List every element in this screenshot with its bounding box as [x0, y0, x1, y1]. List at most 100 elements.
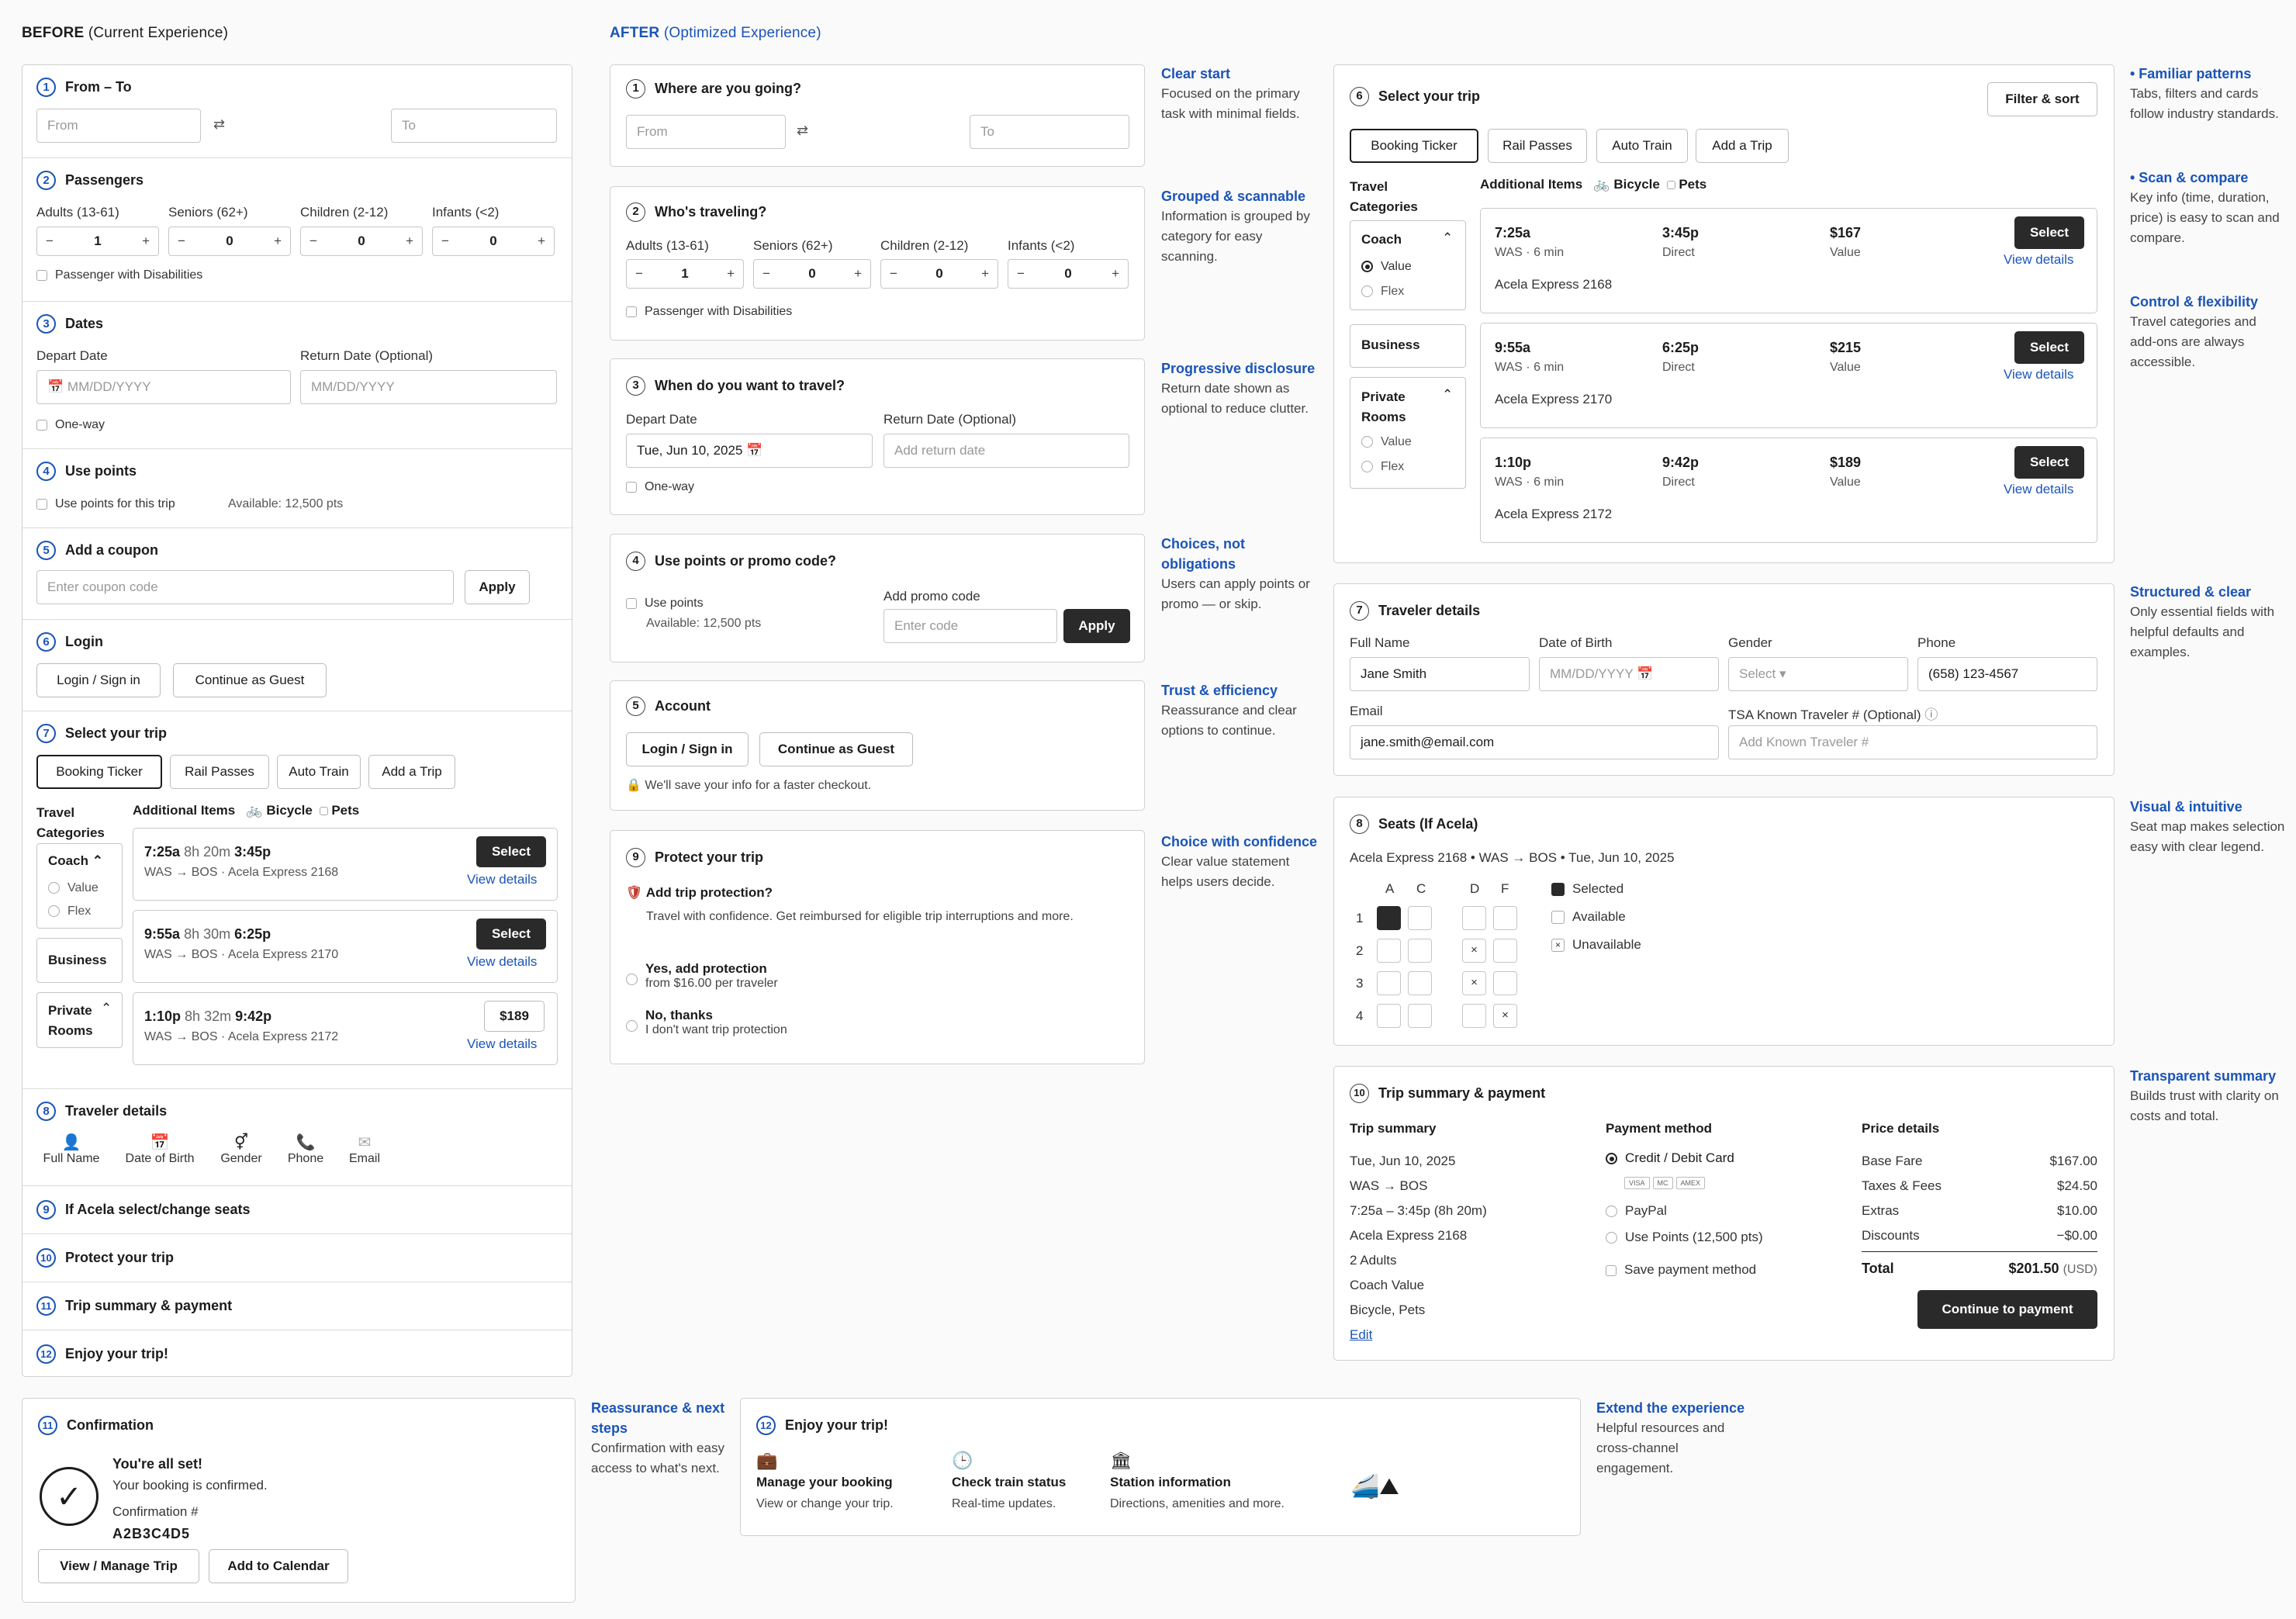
- trip-card[interactable]: 9:55a WAS · 6 min 6:25p Direct $215 Value A…: [1480, 323, 2097, 428]
- seat-1a-selected[interactable]: [1377, 906, 1401, 930]
- disabilities-checkbox[interactable]: Passenger with Disabilities: [36, 268, 202, 282]
- trip-card[interactable]: 1:10p WAS · 6 min 9:42p Direct $189 Value A…: [1480, 438, 2097, 543]
- manage-trip-button[interactable]: View / Manage Trip: [38, 1549, 199, 1583]
- email-input[interactable]: jane.smith@email.com: [1350, 725, 1719, 759]
- adults-stepper[interactable]: −1 +: [626, 259, 744, 289]
- bicycle-toggle[interactable]: Bicycle: [266, 803, 313, 818]
- info-icon[interactable]: ⓘ: [1924, 707, 1938, 722]
- seat-1d[interactable]: [1462, 906, 1486, 930]
- pets-toggle[interactable]: Pets: [331, 803, 359, 818]
- no-protection-option[interactable]: No, thanks I don't want trip protection: [626, 1008, 787, 1037]
- disabilities-checkbox[interactable]: Passenger with Disabilities: [626, 305, 792, 319]
- tab-auto-train[interactable]: Auto Train: [1596, 129, 1688, 163]
- train-status-item[interactable]: 🕒 Check train status Real-time updates.: [952, 1450, 1066, 1515]
- view-details-link[interactable]: View details: [467, 872, 537, 887]
- pets-toggle[interactable]: Pets: [1679, 177, 1706, 192]
- station-info-item[interactable]: 🏛 Station information Directions, amenitie…: [1110, 1450, 1285, 1515]
- dob-item[interactable]: 📅 Date of Birth: [114, 1133, 206, 1166]
- adults-stepper[interactable]: −1 +: [36, 227, 159, 256]
- seat-4c[interactable]: [1408, 1004, 1432, 1028]
- gender-select[interactable]: Select ▾: [1728, 657, 1908, 691]
- login-button[interactable]: Login / Sign in: [36, 663, 161, 697]
- private-flex-option[interactable]: Flex: [1361, 460, 1404, 474]
- view-details-link[interactable]: View details: [2004, 252, 2073, 268]
- view-details-link[interactable]: View details: [2004, 367, 2073, 382]
- infants-stepper[interactable]: −0 +: [1008, 259, 1129, 289]
- view-details-link[interactable]: View details: [467, 1036, 537, 1052]
- manage-booking-item[interactable]: 💼 Manage your booking View or change your …: [756, 1450, 894, 1515]
- seat-3c[interactable]: [1408, 971, 1432, 995]
- return-date-input[interactable]: MM/DD/YYYY: [300, 370, 557, 404]
- seat-3a[interactable]: [1377, 971, 1401, 995]
- select-button[interactable]: Select: [476, 836, 546, 867]
- full-name-input[interactable]: Jane Smith: [1350, 657, 1530, 691]
- infants-stepper[interactable]: −0 +: [432, 227, 555, 256]
- bicycle-toggle[interactable]: Bicycle: [1613, 177, 1660, 192]
- tab-add-a-trip[interactable]: Add a Trip: [1696, 129, 1789, 163]
- view-details-link[interactable]: View details: [467, 954, 537, 970]
- login-button[interactable]: Login / Sign in: [626, 732, 749, 766]
- to-input[interactable]: To: [970, 115, 1129, 149]
- dob-input[interactable]: MM/DD/YYYY 📅: [1539, 657, 1719, 691]
- before-summary-section[interactable]: 11 Trip summary & payment: [22, 1282, 572, 1330]
- return-date-input[interactable]: Add return date: [883, 434, 1129, 468]
- seat-2a[interactable]: [1377, 939, 1401, 963]
- filter-sort-button[interactable]: Filter & sort: [1987, 82, 2097, 116]
- seat-1c[interactable]: [1408, 906, 1432, 930]
- coach-flex-option[interactable]: Flex: [48, 905, 91, 918]
- seat-1f[interactable]: [1493, 906, 1517, 930]
- select-button[interactable]: Select: [2014, 331, 2084, 364]
- depart-date-input[interactable]: Tue, Jun 10, 2025 📅: [626, 434, 873, 468]
- swap-icon[interactable]: ⇄: [797, 123, 808, 139]
- guest-button[interactable]: Continue as Guest: [173, 663, 327, 697]
- swap-icon[interactable]: ⇄: [213, 116, 225, 133]
- seniors-stepper[interactable]: −0 +: [168, 227, 291, 256]
- coach-category[interactable]: Coach ⌃ Value Flex: [1350, 220, 1466, 310]
- tab-booking-ticker[interactable]: Booking Ticker: [1350, 129, 1478, 163]
- use-points-checkbox[interactable]: Use points for this trip: [36, 497, 175, 511]
- children-stepper[interactable]: −0 +: [300, 227, 423, 256]
- phone-input[interactable]: (658) 123-4567: [1917, 657, 2097, 691]
- tsa-input[interactable]: Add Known Traveler #: [1728, 725, 2097, 759]
- select-button[interactable]: Select: [2014, 446, 2084, 479]
- business-category[interactable]: Business: [36, 938, 123, 983]
- price-button[interactable]: $189: [484, 1001, 545, 1032]
- business-category[interactable]: Business: [1350, 324, 1466, 368]
- tab-rail-passes[interactable]: Rail Passes: [1488, 129, 1587, 163]
- coach-flex-option[interactable]: Flex: [1361, 285, 1404, 299]
- coach-value-option[interactable]: Value: [1361, 260, 1412, 274]
- use-points-checkbox[interactable]: Use points: [626, 597, 704, 611]
- save-payment-checkbox[interactable]: Save payment method: [1606, 1262, 1756, 1278]
- phone-item[interactable]: 📞 Phone: [278, 1133, 333, 1166]
- coach-value-option[interactable]: Value: [48, 881, 99, 895]
- seniors-stepper[interactable]: −0 +: [753, 259, 871, 289]
- depart-date-input[interactable]: 📅 MM/DD/YYYY: [36, 370, 291, 404]
- from-input[interactable]: From: [36, 109, 201, 143]
- view-details-link[interactable]: View details: [2004, 482, 2073, 497]
- from-input[interactable]: From: [626, 115, 786, 149]
- before-enjoy-section[interactable]: 12 Enjoy your trip!: [22, 1330, 572, 1377]
- trip-card[interactable]: 1:10p 8h 32m 9:42p WAS → BOS · Acela Exp…: [133, 992, 558, 1065]
- coupon-input[interactable]: Enter coupon code: [36, 570, 454, 604]
- full-name-item[interactable]: 👤 Full Name: [36, 1133, 106, 1166]
- edit-link[interactable]: Edit: [1350, 1323, 1487, 1347]
- private-rooms-category[interactable]: Private Rooms ⌃ Value Flex: [1350, 377, 1466, 489]
- promo-apply-button[interactable]: Apply: [1063, 609, 1130, 643]
- seat-4a[interactable]: [1377, 1004, 1401, 1028]
- email-item[interactable]: ✉ Email: [337, 1133, 392, 1166]
- guest-button[interactable]: Continue as Guest: [759, 732, 913, 766]
- private-rooms-category[interactable]: Private Rooms ⌃: [36, 992, 123, 1048]
- seat-2c[interactable]: [1408, 939, 1432, 963]
- tab-rail-passes[interactable]: Rail Passes: [170, 755, 269, 789]
- trip-card[interactable]: 7:25a 8h 20m 3:45p WAS → BOS · Acela Exp…: [133, 828, 558, 901]
- tab-auto-train[interactable]: Auto Train: [277, 755, 361, 789]
- add-to-calendar-button[interactable]: Add to Calendar: [209, 1549, 348, 1583]
- children-stepper[interactable]: −0 +: [880, 259, 998, 289]
- seat-2f[interactable]: [1493, 939, 1517, 963]
- one-way-checkbox[interactable]: One-way: [36, 418, 105, 432]
- tab-booking-ticker[interactable]: Booking Ticker: [36, 755, 162, 789]
- gender-item[interactable]: ⚥ Gender: [212, 1133, 271, 1166]
- seat-3f[interactable]: [1493, 971, 1517, 995]
- pay-paypal-option[interactable]: PayPal: [1606, 1203, 1667, 1219]
- trip-card[interactable]: 7:25a WAS · 6 min 3:45p Direct $167 Value A…: [1480, 208, 2097, 313]
